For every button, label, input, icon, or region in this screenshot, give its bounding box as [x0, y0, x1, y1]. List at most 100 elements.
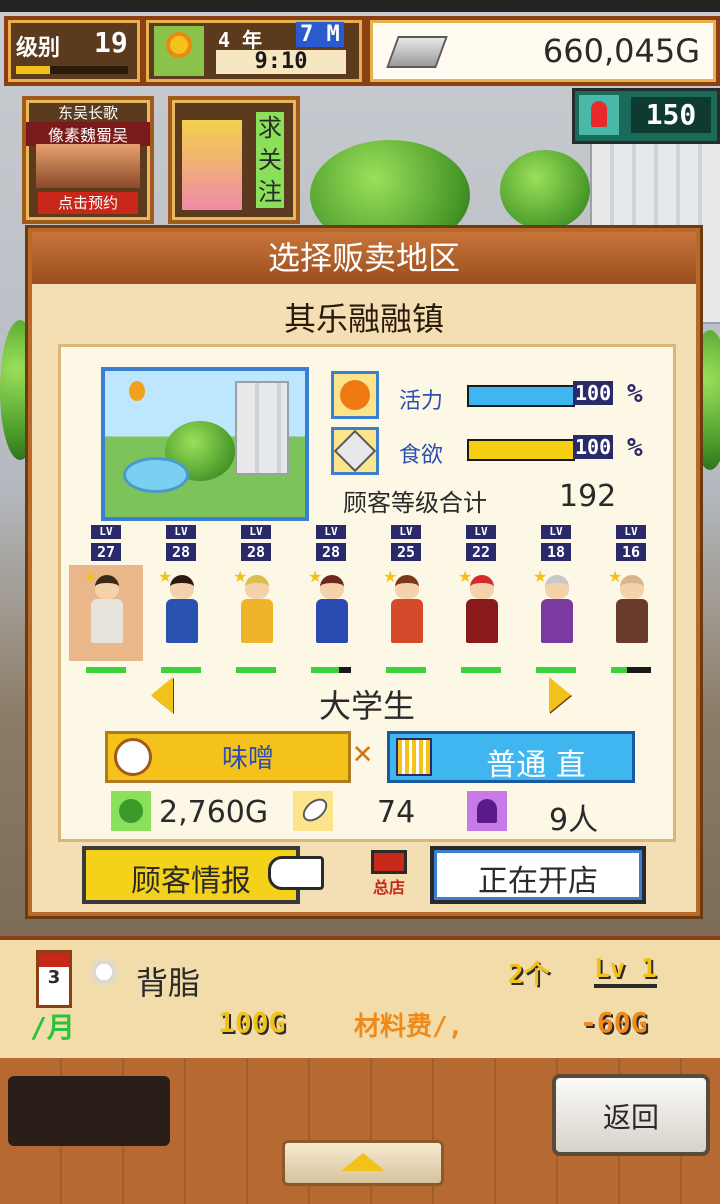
taste-label: 味噌: [221, 744, 274, 774]
style-pill[interactable]: 普通 直: [387, 731, 635, 783]
customer-head: [320, 575, 344, 599]
level-tag: LV: [541, 525, 571, 539]
expand-panel-button[interactable]: [282, 1140, 444, 1186]
customer-level: 28: [166, 543, 196, 561]
sales-region-dialog: 选择贩卖地区 其乐融融镇 活力 100 % 食欲 100 % 顾客等级合计 19…: [28, 228, 700, 916]
follow-banner[interactable]: 求关注: [168, 96, 300, 224]
customer-body: [616, 599, 648, 643]
customer-hp-bar: [236, 667, 276, 673]
customer-card[interactable]: LV 18 ★: [519, 525, 594, 685]
town-thumbnail: [101, 367, 309, 521]
open-store-button[interactable]: 正在开店: [430, 846, 646, 904]
customer-head: [470, 575, 494, 599]
customer-list: LV 27 ★ LV 28 ★ LV 28 ★ LV 28 ★ LV 25 ★ LV 22 ★ LV 18 ★ LV 16 ★: [69, 525, 669, 685]
customer-card[interactable]: LV 28 ★: [144, 525, 219, 685]
empty-slot: [8, 1076, 170, 1146]
customer-head: [245, 575, 269, 599]
vitality-icon: [331, 371, 379, 419]
money-amount: 660,045G: [542, 32, 700, 70]
item-panel: 3 背脂 2个 Lv 1 /月 100G 材料费/, -60G: [0, 936, 720, 1062]
customer-card[interactable]: LV 16 ★: [594, 525, 669, 685]
level-tag: LV: [466, 525, 496, 539]
system-status-bar: [0, 0, 720, 12]
ingredient-icon: [84, 954, 124, 990]
customer-level-label: 顾客等级合计: [343, 489, 487, 517]
back-button[interactable]: 返回: [552, 1074, 710, 1156]
item-count: 2个: [508, 960, 550, 990]
appeal-value: 74: [377, 795, 416, 830]
town-name: 其乐融融镇: [283, 300, 444, 338]
background-tree: [500, 150, 590, 230]
customer-body: [391, 599, 423, 643]
game-time: 9:10: [216, 50, 346, 74]
per-month-label: /月: [30, 1011, 75, 1044]
ad-banner[interactable]: 东吴长歌 像素魏蜀吴 点击预约: [22, 96, 154, 224]
rank-label: 级别: [16, 36, 61, 61]
customer-card[interactable]: LV 28 ★: [219, 525, 294, 685]
customer-level: 22: [466, 543, 496, 561]
ad-preorder-button[interactable]: 点击预约: [38, 192, 138, 214]
combine-x-icon: ✕: [353, 733, 373, 771]
level-tag: LV: [241, 525, 271, 539]
customer-level: 18: [541, 543, 571, 561]
date-month: 7 M: [296, 22, 344, 47]
customer-card[interactable]: LV 22 ★: [444, 525, 519, 685]
customer-level: 16: [616, 543, 646, 561]
customer-card[interactable]: LV 27 ★: [69, 525, 144, 685]
dialog-title: 选择贩卖地区: [32, 232, 696, 284]
price-bag-icon: [111, 791, 151, 831]
customer-level: 28: [241, 543, 271, 561]
money-panel[interactable]: 660,045G: [366, 16, 720, 86]
vitality-bar: [467, 385, 575, 407]
customer-card[interactable]: LV 28 ★: [294, 525, 369, 685]
taste-pill[interactable]: 味噌: [105, 731, 351, 783]
item-price: 100G: [218, 1006, 286, 1039]
customer-hp-fill: [161, 667, 201, 673]
population-icon: [467, 791, 507, 831]
ad-title-line1: 东吴长歌: [57, 104, 118, 122]
vitality-value: 100: [573, 381, 614, 405]
customer-level: 27: [91, 543, 121, 561]
customer-type: 大学生: [318, 687, 415, 725]
date-panel[interactable]: 4 年 7 M 9:10: [142, 16, 366, 86]
region-detail-panel: 活力 100 % 食欲 100 % 顾客等级合计 192 LV 27 ★ LV 28 ★ L…: [58, 344, 676, 842]
rank-panel[interactable]: 级别 19: [4, 16, 144, 86]
customer-hp-bar: [386, 667, 426, 673]
appetite-unit: %: [627, 433, 643, 463]
customer-body: [241, 599, 273, 643]
customer-head: [170, 575, 194, 599]
level-tag: LV: [91, 525, 121, 539]
noodles-icon: [396, 738, 432, 776]
customer-info-label: 顾客情报: [131, 864, 251, 899]
customer-body: [541, 599, 573, 643]
customer-hp-bar: [461, 667, 501, 673]
customer-hp-bar: [161, 667, 201, 673]
ad-characters-image: [36, 144, 140, 188]
open-store-label: 正在开店: [478, 864, 598, 899]
research-panel[interactable]: 150: [572, 88, 720, 144]
appetite-bar: [467, 439, 575, 461]
customer-body: [166, 599, 198, 643]
vitality-label: 活力: [399, 389, 444, 414]
customer-hp-fill: [611, 667, 627, 673]
customer-hp-bar: [86, 667, 126, 673]
sunflower-icon: [154, 26, 204, 76]
material-cost: -60G: [580, 1006, 648, 1039]
customer-level-total: 192: [559, 479, 617, 514]
soup-bowl-icon: [114, 738, 152, 776]
customer-hp-fill: [311, 667, 339, 673]
customer-level: 28: [316, 543, 346, 561]
back-label: 返回: [602, 1101, 659, 1134]
research-icon: [579, 95, 619, 135]
customer-hp-bar: [536, 667, 576, 673]
research-points: 150: [631, 97, 711, 133]
main-shop-icon: 总店: [366, 850, 412, 900]
customer-hp-fill: [536, 667, 576, 673]
customer-hp-fill: [461, 667, 501, 673]
customer-level: 25: [391, 543, 421, 561]
customer-card[interactable]: LV 25 ★: [369, 525, 444, 685]
level-tag: LV: [391, 525, 421, 539]
population-value: 9人: [549, 803, 599, 838]
customer-head: [395, 575, 419, 599]
item-slot-number: 3: [47, 967, 61, 988]
